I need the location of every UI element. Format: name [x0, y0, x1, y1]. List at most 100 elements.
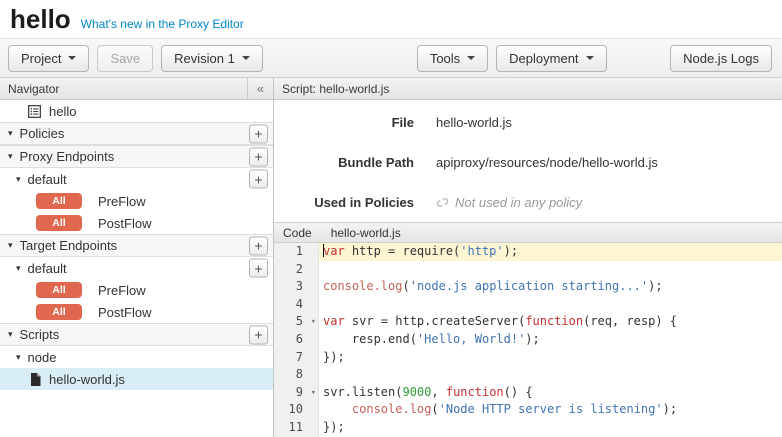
tree-expand-caret-icon[interactable]: ▾ [8, 241, 13, 250]
line-number: 6 [274, 331, 318, 349]
tools-button[interactable]: Tools [417, 45, 488, 72]
sidebar-section-target-endpoints[interactable]: ▾ Target Endpoints + [0, 234, 273, 257]
tree-expand-caret-icon[interactable]: ▾ [16, 353, 21, 362]
code-fold-icon[interactable]: ▾ [311, 314, 316, 332]
sidebar-section-target-endpoints-label: Target Endpoints [20, 238, 118, 253]
chevron-down-icon [68, 56, 76, 60]
detail-row-file: File hello-world.js [274, 102, 782, 142]
revision-button[interactable]: Revision 1 [161, 45, 263, 72]
navigator-title: Navigator [8, 82, 59, 96]
add-target-endpoint-flow-button[interactable]: + [249, 259, 268, 278]
tools-button-label: Tools [430, 51, 460, 66]
line-number: 1 [274, 243, 318, 261]
line-number: 7 [274, 349, 318, 367]
script-detail-panel: Script: hello-world.js File hello-world.… [274, 78, 782, 437]
sidebar-section-policies[interactable]: ▾Policies+ [0, 122, 273, 145]
code-line-3[interactable]: console.log('node.js application startin… [319, 278, 782, 296]
code-line-2[interactable] [319, 261, 782, 279]
sidebar-section-scripts[interactable]: ▾Scripts+ [0, 323, 273, 346]
code-line-4[interactable] [319, 296, 782, 314]
sidebar-item-proxy-postflow[interactable]: All PostFlow [0, 212, 273, 234]
sidebar-item-hello-world-js[interactable]: hello-world.js [0, 368, 273, 390]
tree-expand-caret-icon[interactable]: ▾ [16, 175, 21, 184]
navigator-tree: hello▾Policies+▾Proxy Endpoints+▾default… [0, 100, 273, 390]
sidebar-item-hello-world-js-label: hello-world.js [49, 372, 125, 387]
deployment-button[interactable]: Deployment [496, 45, 606, 72]
sidebar-item-target-endpoint-default-label: default [28, 261, 67, 276]
code-file-name: hello-world.js [331, 226, 401, 240]
code-tab-label: Code [283, 226, 312, 240]
script-panel-header: Script: hello-world.js [274, 78, 782, 100]
save-button-label: Save [110, 51, 140, 66]
save-button[interactable]: Save [97, 45, 153, 72]
bundle-path-value: apiproxy/resources/node/hello-world.js [436, 155, 658, 170]
sidebar-item-proxy-endpoint-default-label: default [28, 172, 67, 187]
add-script-button[interactable]: + [249, 325, 268, 344]
add-proxy-endpoint-button[interactable]: + [249, 147, 268, 166]
chevron-down-icon [586, 56, 594, 60]
code-line-6[interactable]: resp.end('Hello, World!'); [319, 331, 782, 349]
used-in-policies-text: Not used in any policy [455, 195, 582, 210]
used-in-policies-value: Not used in any policy [436, 195, 582, 210]
add-policy-button[interactable]: + [249, 124, 268, 143]
flow-condition-badge: All [36, 215, 82, 232]
tree-expand-caret-icon[interactable]: ▾ [8, 129, 13, 138]
sidebar-item-proxy-preflow[interactable]: All PreFlow [0, 190, 273, 212]
project-button[interactable]: Project [8, 45, 89, 72]
script-panel-title: Script: hello-world.js [282, 82, 389, 96]
sidebar-item-target-postflow[interactable]: AllPostFlow [0, 301, 273, 323]
code-text-area[interactable]: var http = require('http'); console.log('… [319, 243, 782, 437]
sidebar-item-proxy-overview[interactable]: hello [0, 100, 273, 122]
detail-row-used-in-policies: Used in Policies Not used in any policy [274, 182, 782, 222]
page-title: hello [10, 6, 71, 32]
line-number: 2 [274, 261, 318, 279]
tree-expand-caret-icon[interactable]: ▾ [8, 152, 13, 161]
tree-expand-caret-icon[interactable]: ▾ [8, 330, 13, 339]
sidebar-item-scripts-node-label: node [28, 350, 57, 365]
code-line-7[interactable]: }); [319, 349, 782, 367]
whats-new-link[interactable]: What's new in the Proxy Editor [81, 17, 244, 31]
flow-condition-badge: All [36, 304, 82, 321]
sidebar-item-scripts-node[interactable]: ▾ node [0, 346, 273, 368]
sidebar-item-target-preflow[interactable]: AllPreFlow [0, 279, 273, 301]
line-number: 10 [274, 401, 318, 419]
broken-link-icon [436, 196, 449, 209]
sidebar-item-proxy-preflow-label: PreFlow [98, 194, 146, 209]
code-line-5[interactable]: var svr = http.createServer(function(req… [319, 313, 782, 331]
sidebar-item-proxy-endpoint-default[interactable]: ▾ default + [0, 168, 273, 190]
add-target-endpoint-button[interactable]: + [249, 236, 268, 255]
code-fold-icon[interactable]: ▾ [311, 385, 316, 403]
add-proxy-endpoint-flow-button[interactable]: + [249, 170, 268, 189]
sidebar-item-proxy-postflow-label: PostFlow [98, 216, 151, 231]
sidebar-section-proxy-endpoints[interactable]: ▾Proxy Endpoints+ [0, 145, 273, 168]
line-number-gutter: 12345▾6789▾1011 [274, 243, 319, 437]
nodejs-logs-button[interactable]: Node.js Logs [670, 45, 772, 72]
title-bar: hello What's new in the Proxy Editor [0, 0, 782, 38]
nodejs-logs-button-label: Node.js Logs [683, 51, 759, 66]
code-line-9[interactable]: svr.listen(9000, function() { [319, 384, 782, 402]
chevron-down-icon [242, 56, 250, 60]
sidebar-item-target-endpoint-default[interactable]: ▾ default + [0, 257, 273, 279]
used-in-policies-label: Used in Policies [274, 195, 414, 210]
code-editor[interactable]: 12345▾6789▾1011 var http = require('http… [274, 243, 782, 437]
code-line-8[interactable] [319, 366, 782, 384]
file-label: File [274, 115, 414, 130]
file-value: hello-world.js [436, 115, 512, 130]
tree-expand-caret-icon[interactable]: ▾ [16, 264, 21, 273]
sidebar-item-target-preflow-label: PreFlow [98, 283, 146, 298]
flow-condition-badge: All [36, 193, 82, 210]
code-line-1[interactable]: var http = require('http'); [319, 243, 782, 261]
line-number: 11 [274, 419, 318, 437]
script-file-icon [30, 373, 41, 386]
detail-row-bundle-path: Bundle Path apiproxy/resources/node/hell… [274, 142, 782, 182]
proxy-overview-icon [28, 105, 41, 118]
code-pane-header: Code hello-world.js [274, 222, 782, 243]
collapse-navigator-button[interactable]: « [247, 78, 273, 100]
revision-button-label: Revision 1 [174, 51, 235, 66]
navigator-header: Navigator « [0, 78, 273, 100]
chevron-down-icon [467, 56, 475, 60]
sidebar-item-proxy-overview-label: hello [49, 104, 76, 119]
code-line-10[interactable]: console.log('Node HTTP server is listeni… [319, 401, 782, 419]
code-line-11[interactable]: }); [319, 419, 782, 437]
line-number: 5▾ [274, 313, 318, 331]
